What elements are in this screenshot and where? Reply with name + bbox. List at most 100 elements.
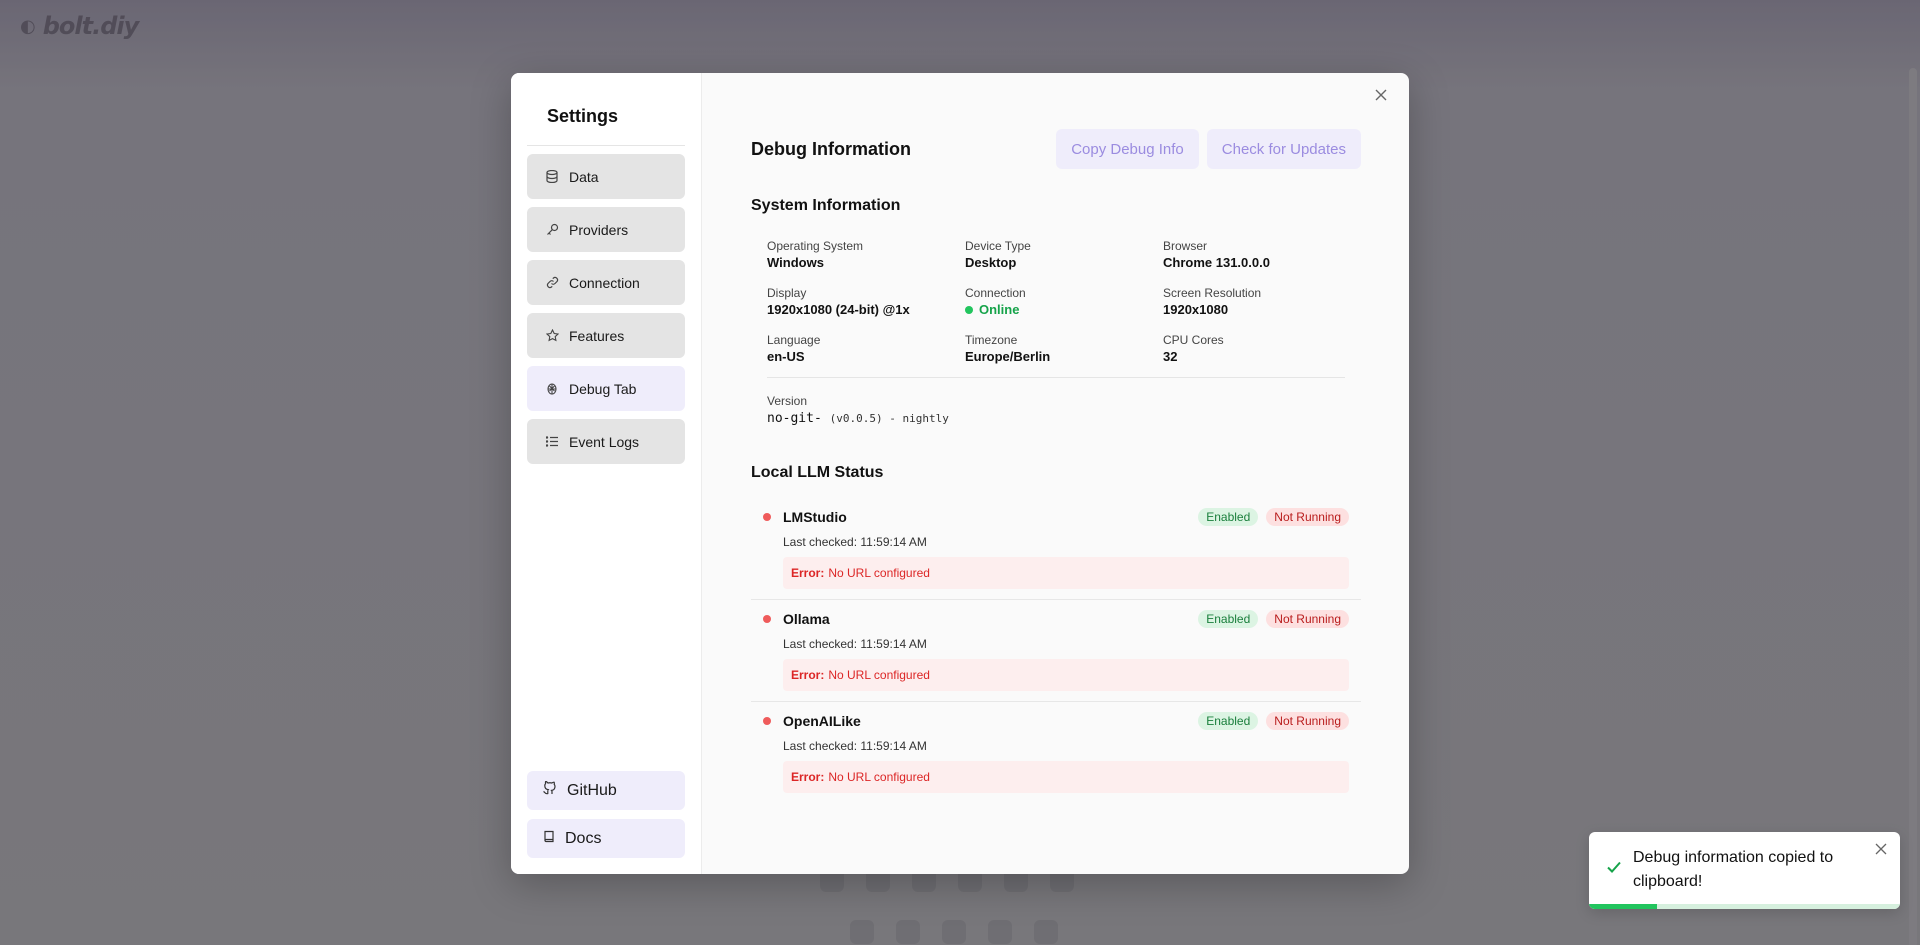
sidebar-item-label: Providers bbox=[569, 221, 629, 238]
connection-status: Online bbox=[965, 302, 1163, 317]
field-label: CPU Cores bbox=[1163, 333, 1224, 347]
field-value: Windows bbox=[767, 255, 824, 270]
sidebar-item-providers[interactable]: Providers bbox=[527, 207, 685, 252]
debug-panel: Debug Information Copy Debug Info Check … bbox=[702, 73, 1409, 874]
info-field-display: Display 1920x1080 (24-bit) @1x bbox=[767, 286, 965, 317]
error-label: Error: bbox=[791, 668, 825, 682]
toast-message: Debug information copied to clipboard! bbox=[1633, 849, 1834, 890]
book-icon bbox=[543, 830, 555, 848]
info-field-screen-resolution: Screen Resolution 1920x1080 bbox=[1163, 286, 1345, 317]
version-value: no-git- (v0.0.5) - nightly bbox=[767, 411, 1345, 426]
debug-header: Debug Information Copy Debug Info Check … bbox=[751, 129, 1361, 169]
error-text: No URL configured bbox=[828, 566, 930, 580]
sidebar-item-label: Event Logs bbox=[569, 433, 640, 450]
llm-badges: Enabled Not Running bbox=[1198, 508, 1349, 526]
check-for-updates-button[interactable]: Check for Updates bbox=[1206, 129, 1361, 169]
close-dialog-button[interactable] bbox=[1369, 85, 1393, 109]
info-field-language: Language en-US bbox=[767, 333, 965, 364]
version-commit: no-git- bbox=[767, 411, 822, 426]
llm-item-lmstudio: LMStudio Enabled Not Running Last checke… bbox=[751, 498, 1361, 600]
github-link[interactable]: GitHub bbox=[527, 771, 685, 810]
sidebar-item-debug-tab[interactable]: Debug Tab bbox=[527, 366, 685, 411]
sidebar-item-data[interactable]: Data bbox=[527, 154, 685, 199]
status-dot bbox=[763, 513, 771, 521]
toast-close-button[interactable] bbox=[1874, 842, 1890, 858]
llm-item-header: OpenAILike Enabled Not Running bbox=[763, 712, 1349, 730]
info-field-cpu-cores: CPU Cores 32 bbox=[1163, 333, 1345, 364]
docs-link[interactable]: Docs bbox=[527, 819, 685, 858]
last-checked: Last checked: 11:59:14 AM bbox=[783, 637, 927, 651]
sidebar-item-label: Debug Tab bbox=[569, 380, 637, 397]
page-scrollbar[interactable] bbox=[1906, 0, 1920, 945]
sidebar-item-label: Features bbox=[569, 327, 625, 344]
version-detail: (v0.0.5) - nightly bbox=[829, 412, 949, 425]
system-info-divider bbox=[767, 377, 1345, 378]
llm-badges: Enabled Not Running bbox=[1198, 712, 1349, 730]
online-status-dot bbox=[965, 305, 973, 314]
debug-actions: Copy Debug Info Check for Updates bbox=[1056, 129, 1361, 169]
llm-name: OpenAILike bbox=[763, 713, 861, 729]
llm-name: Ollama bbox=[763, 611, 830, 627]
field-value: Online bbox=[979, 302, 1020, 317]
last-checked: Last checked: 11:59:14 AM bbox=[783, 739, 927, 753]
sidebar-item-connection[interactable]: Connection bbox=[527, 260, 685, 305]
field-value: en-US bbox=[767, 349, 805, 364]
error-label: Error: bbox=[791, 770, 825, 784]
github-icon bbox=[543, 780, 557, 800]
info-field-timezone: Timezone Europe/Berlin bbox=[965, 333, 1163, 364]
settings-sidebar: Settings Data Providers Connection Featu… bbox=[511, 73, 702, 874]
llm-item-openailike: OpenAILike Enabled Not Running Last chec… bbox=[751, 702, 1361, 803]
running-status-badge: Not Running bbox=[1266, 508, 1349, 526]
info-field-operating-system: Operating System Windows bbox=[767, 239, 965, 270]
llm-item-header: Ollama Enabled Not Running bbox=[763, 610, 1349, 628]
list-icon bbox=[545, 435, 559, 449]
field-label: Operating System bbox=[767, 239, 864, 253]
enabled-badge: Enabled bbox=[1198, 610, 1259, 628]
close-icon bbox=[1374, 88, 1388, 107]
field-value: Desktop bbox=[965, 255, 1017, 270]
last-checked: Last checked: 11:59:14 AM bbox=[783, 535, 927, 549]
scrollbar-thumb[interactable] bbox=[1909, 68, 1917, 945]
llm-name-text: Ollama bbox=[783, 611, 830, 627]
key-icon bbox=[545, 223, 559, 237]
sidebar-item-features[interactable]: Features bbox=[527, 313, 685, 358]
llm-item-ollama: Ollama Enabled Not Running Last checked:… bbox=[751, 600, 1361, 702]
database-icon bbox=[545, 170, 559, 184]
docs-link-label: Docs bbox=[565, 829, 602, 847]
field-label: Browser bbox=[1163, 239, 1208, 253]
field-value: 32 bbox=[1163, 349, 1178, 364]
system-information-title: System Information bbox=[751, 197, 901, 214]
field-value: Chrome 131.0.0.0 bbox=[1163, 255, 1270, 270]
error-text: No URL configured bbox=[828, 770, 930, 784]
field-value: Europe/Berlin bbox=[965, 349, 1051, 364]
llm-error-message: Error: No URL configured bbox=[783, 761, 1349, 793]
llm-name-text: OpenAILike bbox=[783, 713, 861, 729]
running-status-badge: Not Running bbox=[1266, 610, 1349, 628]
status-dot bbox=[763, 615, 771, 623]
bug-icon bbox=[545, 382, 559, 396]
llm-status-list: LMStudio Enabled Not Running Last checke… bbox=[751, 498, 1361, 803]
toast-progress-bar bbox=[1589, 904, 1658, 909]
llm-name: LMStudio bbox=[763, 509, 847, 525]
enabled-badge: Enabled bbox=[1198, 712, 1259, 730]
link-icon bbox=[545, 276, 559, 290]
field-label: Screen Resolution bbox=[1163, 286, 1262, 300]
check-icon bbox=[1605, 858, 1623, 881]
error-label: Error: bbox=[791, 566, 825, 580]
sidebar-item-event-logs[interactable]: Event Logs bbox=[527, 419, 685, 464]
sidebar-title: Settings bbox=[547, 106, 619, 126]
status-dot bbox=[763, 717, 771, 725]
llm-item-header: LMStudio Enabled Not Running bbox=[763, 508, 1349, 526]
info-field-connection: Connection Online bbox=[965, 286, 1163, 317]
version-info: Version no-git- (v0.0.5) - nightly bbox=[767, 394, 1345, 426]
field-value: 1920x1080 bbox=[1163, 302, 1229, 317]
field-label: Device Type bbox=[965, 239, 1031, 253]
field-label: Language bbox=[767, 333, 821, 347]
info-field-device-type: Device Type Desktop bbox=[965, 239, 1163, 270]
copy-debug-info-button[interactable]: Copy Debug Info bbox=[1056, 129, 1199, 169]
star-icon bbox=[545, 329, 559, 343]
settings-dialog: Settings Data Providers Connection Featu… bbox=[511, 73, 1409, 874]
field-label: Timezone bbox=[965, 333, 1018, 347]
local-llm-status-title: Local LLM Status bbox=[751, 464, 884, 481]
version-label: Version bbox=[767, 394, 808, 408]
